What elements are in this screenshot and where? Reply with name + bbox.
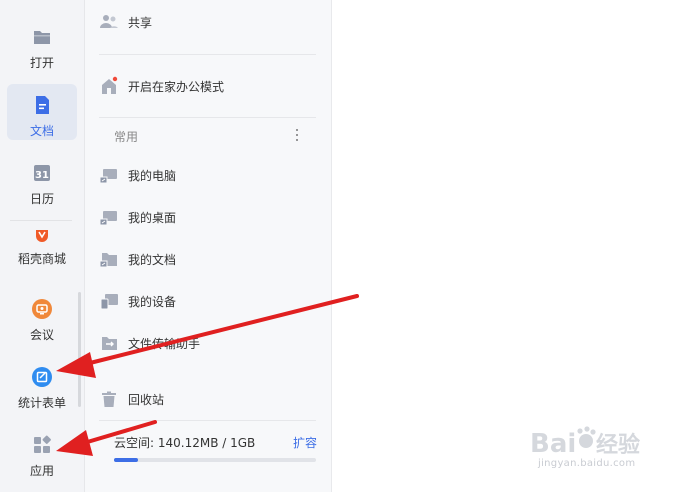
place-item-my-documents[interactable]: 我的文档 [99, 246, 176, 272]
storage-progress-bar [114, 458, 316, 462]
sidebar-item-documents[interactable]: 文档 [7, 84, 77, 140]
share-label: 共享 [128, 15, 153, 30]
sidebar-item-label: 打开 [29, 56, 54, 70]
place-label: 我的桌面 [128, 210, 177, 225]
folder-icon [34, 31, 50, 44]
desktop-icon [99, 207, 119, 227]
computer-icon [99, 165, 119, 185]
sidebar-item-label: 稻壳商城 [17, 252, 66, 266]
cloud-storage-usage: 云空间: 140.12MB / 1GB [114, 436, 256, 450]
place-label: 我的设备 [128, 294, 177, 309]
place-item-my-computer[interactable]: 我的电脑 [99, 162, 176, 188]
devices-icon [99, 291, 119, 311]
place-item-my-devices[interactable]: 我的设备 [99, 288, 176, 314]
section-title-frequent: 常用 [114, 130, 139, 144]
home-office-mode-item[interactable]: 开启在家办公模式 [99, 73, 224, 99]
sidebar-item-label: 文档 [29, 124, 54, 138]
home-office-label: 开启在家办公模式 [128, 79, 225, 94]
main-content-area [332, 0, 691, 492]
meeting-icon [32, 299, 52, 319]
place-item-file-transfer[interactable]: 文件传输助手 [99, 330, 200, 356]
sidebar-item-calendar[interactable]: 31 日历 [7, 152, 77, 208]
form-icon [32, 367, 52, 387]
sidebar-scrollbar[interactable] [78, 292, 81, 407]
sidebar-item-meeting[interactable]: 会议 [7, 288, 77, 344]
divider [99, 54, 316, 55]
place-label: 我的文档 [128, 252, 177, 267]
svg-text:经验: 经验 [596, 432, 640, 458]
sidebar-item-label: 统计表单 [17, 396, 66, 410]
recycle-bin-label: 回收站 [128, 392, 165, 407]
storage-progress-fill [114, 458, 139, 462]
document-nav-panel: 共享 开启在家办公模式 常用 我的电脑 我的桌面 我的文档 我的设备 文件传输助… [85, 0, 332, 492]
place-item-my-desktop[interactable]: 我的桌面 [99, 204, 176, 230]
sidebar-item-stat-form[interactable]: 统计表单 [7, 356, 77, 412]
trash-icon [99, 389, 119, 409]
more-options-icon[interactable] [293, 126, 301, 144]
docer-store-icon [36, 230, 48, 242]
sidebar-item-open[interactable]: 打开 [7, 16, 77, 72]
home-office-icon [99, 76, 119, 96]
documents-folder-icon [99, 249, 119, 269]
divider [99, 117, 316, 118]
place-label: 我的电脑 [128, 168, 177, 183]
sidebar-item-label: 会议 [29, 328, 54, 342]
place-label: 文件传输助手 [128, 336, 201, 351]
sidebar-item-docer-store[interactable]: 稻壳商城 [7, 220, 77, 276]
svg-text:Bai: Bai [530, 429, 576, 459]
document-icon [36, 96, 49, 114]
app-sidebar: 打开 文档 31 日历 稻壳商城 会议 统计表单 应用 [0, 0, 85, 492]
calendar-day-number: 31 [35, 170, 49, 181]
sidebar-item-apps[interactable]: 应用 [7, 424, 77, 480]
divider [99, 420, 316, 421]
calendar-icon: 31 [34, 165, 50, 181]
sidebar-item-label: 日历 [29, 192, 54, 206]
watermark-url: jingyan.baidu.com [538, 458, 636, 469]
people-icon [99, 12, 119, 32]
sidebar-item-label: 应用 [29, 464, 54, 478]
expand-storage-link[interactable]: 扩容 [293, 434, 317, 451]
recycle-bin-item[interactable]: 回收站 [99, 386, 164, 412]
apps-icon [34, 435, 51, 453]
file-transfer-icon [99, 333, 119, 353]
share-item[interactable]: 共享 [99, 9, 152, 35]
baidu-jingyan-watermark-logo: Bai 经验 [530, 426, 640, 459]
